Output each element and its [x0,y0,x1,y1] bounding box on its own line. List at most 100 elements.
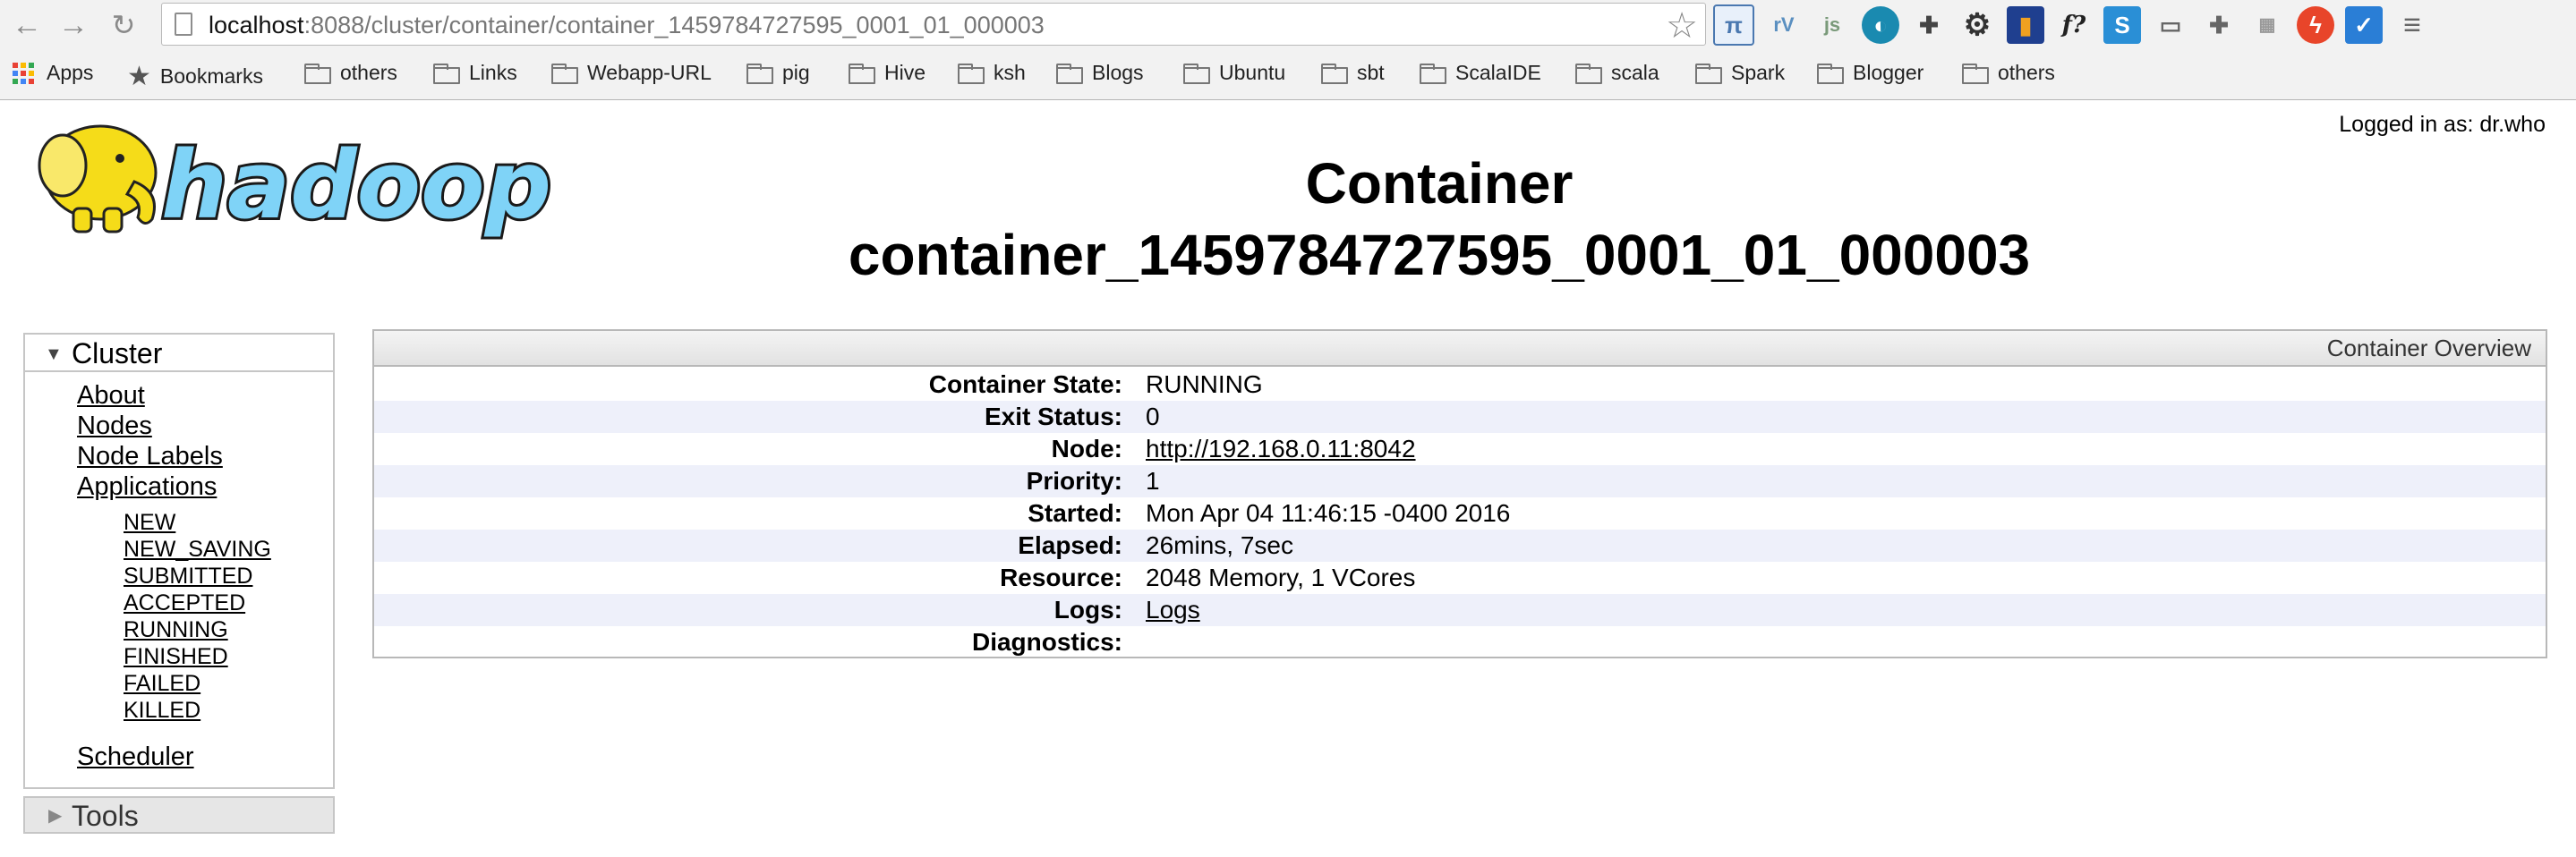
browser-toolbar: ← → ↻ localhost:8088/cluster/container/c… [0,0,2576,50]
bookmark-folder-blogger[interactable]: Blogger [1817,61,1923,85]
hadoop-wordmark: hadoop [161,131,551,240]
info-row-resource: Resource: 2048 Memory, 1 VCores [374,562,2546,594]
nav-link-state-killed[interactable]: KILLED [124,698,200,724]
info-key: Resource: [1000,564,1122,591]
check-extension-icon[interactable]: ✓ [2345,6,2383,44]
page-title-line1: Container [1305,151,1574,216]
puzzle-extension-icon[interactable]: ✚ [1910,6,1948,44]
url-host: localhost [209,12,304,38]
menu-icon[interactable]: ≡ [2393,6,2431,44]
plug-extension-icon[interactable]: ϟ [2297,6,2334,44]
folder-icon [304,63,331,84]
nav-link-about[interactable]: About [77,381,145,411]
cast-icon[interactable]: ▭ [2152,6,2189,44]
tools-nav-header[interactable]: ▶ Tools [23,796,335,834]
bookmark-folder-scalaide[interactable]: ScalaIDE [1420,61,1541,85]
triangle-down-icon: ▼ [45,344,63,364]
nav-link-nodes[interactable]: Nodes [77,412,152,441]
folder-icon [1183,63,1210,84]
function-extension-icon[interactable]: f? [2055,6,2093,44]
bookmark-star-icon[interactable]: ☆ [1666,5,1698,47]
container-overview-panel: Container Overview Container State: RUNNI… [372,329,2547,658]
forward-arrow-icon[interactable]: → [55,7,91,43]
star-icon: ★ [127,62,151,91]
cluster-label: Cluster [72,337,163,369]
folder-icon [1695,63,1722,84]
bookmark-folder-sbt[interactable]: sbt [1321,61,1385,85]
info-row-exit-status: Exit Status: 0 [374,401,2546,433]
info-row-logs: Logs: Logs [374,594,2546,626]
bookmark-folder-blogs[interactable]: Blogs [1056,61,1144,85]
nav-link-scheduler[interactable]: Scheduler [77,742,194,772]
analytics-extension-icon[interactable]: ▮ [2007,6,2044,44]
folder-icon [551,63,578,84]
nav-link-state-new[interactable]: NEW [124,510,175,536]
bookmark-bookmarks[interactable]: ★ Bookmarks [127,61,263,92]
puzzle-extension-icon-2[interactable]: ✚ [2200,6,2238,44]
rv-extension-icon[interactable]: rV [1765,6,1803,44]
nav-link-applications[interactable]: Applications [77,472,217,502]
info-key: Elapsed: [1018,531,1122,559]
gear-icon[interactable]: ⚙ [1958,6,1996,44]
page-title: Container container_1459784727595_0001_0… [849,148,2030,291]
bookmark-folder-spark[interactable]: Spark [1695,61,1785,85]
wave-extension-icon[interactable]: ◐ [1862,6,1899,44]
pi-extension-icon[interactable]: π [1713,4,1754,46]
bookmark-folder-scala[interactable]: scala [1575,61,1659,85]
nav-link-node-labels[interactable]: Node Labels [77,442,223,471]
nav-link-state-running[interactable]: RUNNING [124,617,228,643]
nav-link-state-finished[interactable]: FINISHED [124,644,228,670]
cluster-nav: ▼ Cluster About Nodes Node Labels Applic… [23,333,335,789]
extensions-bar: π rV js ◐ ✚ ⚙ ▮ f? S ▭ ✚ ▦ ϟ ✓ ≡ [1713,4,2442,47]
folder-icon [1575,63,1602,84]
bookmark-folder-links[interactable]: Links [433,61,517,85]
apps-grid-icon [13,62,34,84]
node-link[interactable]: http://192.168.0.11:8042 [1146,435,1416,462]
bookmark-folder-pig[interactable]: pig [746,61,810,85]
info-value: 1 [1146,467,1160,495]
reload-icon[interactable]: ↻ [106,7,141,43]
tools-label: Tools [72,800,139,832]
bookmark-folder-ubuntu[interactable]: Ubuntu [1183,61,1285,85]
triangle-right-icon: ▶ [48,806,63,826]
nav-link-state-submitted[interactable]: SUBMITTED [124,564,252,590]
hadoop-logo[interactable]: hadoop [27,112,564,246]
cluster-nav-header[interactable]: ▼ Cluster [23,333,335,370]
browser-chrome: ← → ↻ localhost:8088/cluster/container/c… [0,0,2576,100]
bookmark-folder-others[interactable]: others [304,61,397,85]
s-extension-icon[interactable]: S [2103,6,2141,44]
nav-link-state-accepted[interactable]: ACCEPTED [124,590,245,616]
page-icon [175,13,192,36]
diagram-extension-icon[interactable]: ▦ [2248,6,2286,44]
info-key: Logs: [1053,596,1122,624]
bookmark-apps[interactable]: Apps [13,61,93,85]
url-text[interactable]: localhost:8088/cluster/container/contain… [209,12,1045,39]
folder-icon [1056,63,1083,84]
bookmarks-bar: Apps ★ Bookmarks others Links Webapp-URL … [0,52,2576,95]
info-key: Started: [1028,499,1122,527]
bookmark-folder-ksh[interactable]: ksh [958,61,1026,85]
folder-icon [1817,63,1844,84]
bookmark-folder-others-2[interactable]: others [1962,61,2055,85]
container-overview-title: Container Overview [374,331,2546,367]
nodejs-extension-icon[interactable]: js [1813,6,1851,44]
url-path: :8088/cluster/container/container_145978… [303,12,1045,38]
hadoop-logo-graphic: hadoop [38,124,554,242]
address-bar[interactable]: localhost:8088/cluster/container/contain… [161,3,1706,46]
folder-icon [746,63,773,84]
folder-icon [849,63,875,84]
info-key: Node: [1051,435,1122,462]
bookmark-folder-webapp-url[interactable]: Webapp-URL [551,61,712,85]
folder-icon [433,63,460,84]
info-row-state: Container State: RUNNING [374,369,2546,401]
folder-icon [1420,63,1446,84]
nav-link-state-new-saving[interactable]: NEW_SAVING [124,537,271,563]
folder-icon [1962,63,1989,84]
back-arrow-icon[interactable]: ← [9,7,45,43]
info-key: Container State: [928,370,1122,398]
bookmark-folder-hive[interactable]: Hive [849,61,925,85]
nav-link-state-failed[interactable]: FAILED [124,671,200,697]
info-row-started: Started: Mon Apr 04 11:46:15 -0400 2016 [374,497,2546,530]
page-title-line2: container_1459784727595_0001_01_000003 [848,223,2031,287]
logs-link[interactable]: Logs [1146,596,1200,624]
